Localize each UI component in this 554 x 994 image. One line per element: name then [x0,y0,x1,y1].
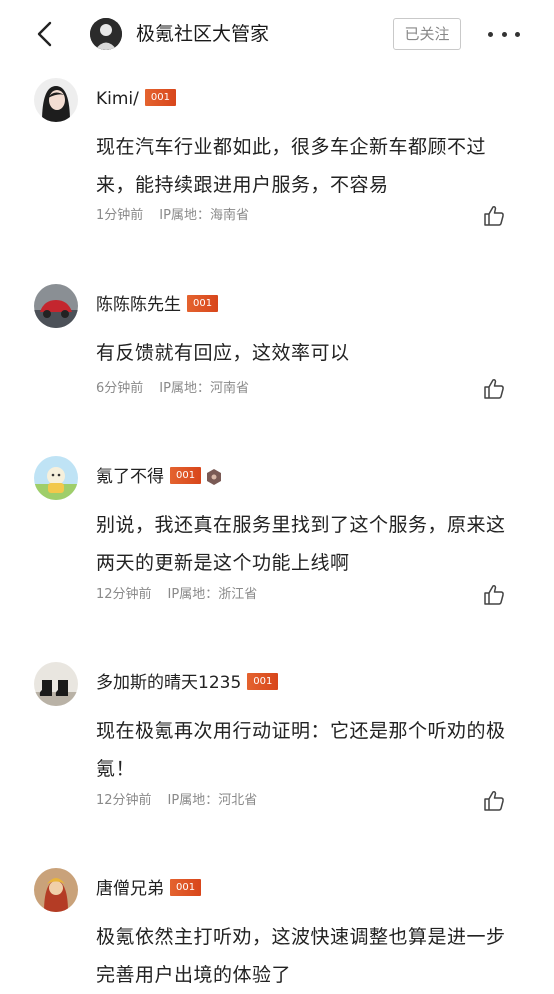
username[interactable]: Kimi/001 [96,86,176,112]
comment-meta: 1分钟前 IP属地：海南省 [96,206,249,226]
comment-time: 6分钟前 [96,381,144,396]
username[interactable]: 多加斯的晴天1235 001 [96,670,279,696]
ip-location: IP属地：浙江省 [167,587,258,602]
username-text: 氪了不得 [96,467,164,487]
ip-location: IP属地：海南省 [159,208,249,223]
thumbs-up-icon[interactable] [482,789,506,813]
thumbs-up-icon[interactable] [482,377,506,401]
back-arrow-icon[interactable] [30,20,58,48]
owner-badge: 001 [247,672,279,690]
page-title: 极氪社区大管家 [136,23,270,45]
account-avatar[interactable] [90,18,122,50]
comment-meta: 6分钟前 IP属地：河南省 [96,379,249,399]
owner-badge: 001 [187,294,219,312]
owner-badge: 001 [170,878,202,896]
follow-button[interactable]: 已关注 [393,18,461,50]
owner-badge: 001 [144,88,176,106]
ip-location: IP属地：河北省 [167,793,258,808]
comment-meta: 12分钟前 IP属地：浙江省 [96,585,257,605]
username[interactable]: 陈陈陈先生 001 [96,292,219,318]
thumbs-up-icon[interactable] [482,583,506,607]
owner-badge: 001 [170,466,202,484]
avatar[interactable] [34,662,78,706]
username-text: 唐僧兄弟 [96,879,164,899]
username[interactable]: 唐僧兄弟 001 [96,876,202,902]
username[interactable]: 氪了不得 001 [96,464,222,490]
more-options-icon[interactable] [488,24,520,44]
avatar[interactable] [34,284,78,328]
medal-icon [207,467,222,485]
comment-meta: 12分钟前 IP属地：河北省 [96,791,257,811]
comment-text: 别说，我还真在服务里找到了这个服务，原来这两天的更新是这个功能上线啊 [96,514,506,574]
comment-text: 有反馈就有回应，这效率可以 [96,342,350,364]
avatar[interactable] [34,868,78,912]
comment-text: 现在汽车行业都如此，很多车企新车都顾不过来，能持续跟进用户服务，不容易 [96,136,487,196]
username-text: Kimi/ [96,89,139,109]
thumbs-up-icon[interactable] [482,204,506,228]
comment-text: 极氪依然主打听劝，这波快速调整也算是进一步完善用户出境的体验了 [96,926,506,986]
top-bar: 极氪社区大管家 已关注 [0,0,554,68]
avatar[interactable] [34,78,78,122]
comment-text: 现在极氪再次用行动证明：它还是那个听劝的极氪！ [96,720,506,780]
comment-time: 12分钟前 [96,793,152,808]
avatar[interactable] [34,456,78,500]
username-text: 多加斯的晴天1235 [96,673,242,693]
username-text: 陈陈陈先生 [96,295,181,315]
comment-time: 12分钟前 [96,587,152,602]
comment-time: 1分钟前 [96,208,144,223]
ip-location: IP属地：河南省 [159,381,249,396]
